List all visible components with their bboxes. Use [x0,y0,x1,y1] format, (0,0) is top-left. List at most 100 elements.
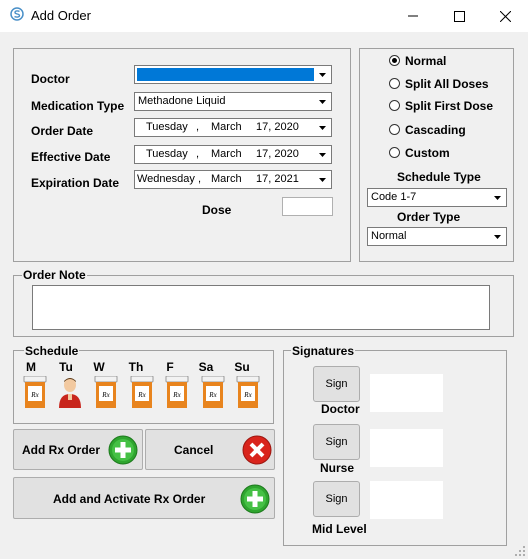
mid-level-signature-label: Mid Level [312,522,367,536]
doctor-dropdown-arrow[interactable] [315,67,330,82]
expiration-date-day-year: 17, 2021 [256,173,299,185]
radio-normal[interactable] [389,55,400,66]
plus-circle-icon [108,435,138,465]
day-monday-rx-bottle-icon[interactable]: Rx [22,375,48,408]
order-type-label: Order Type [397,210,461,224]
add-rx-order-button[interactable]: Add Rx Order [13,429,143,470]
schedule-type-label: Schedule Type [397,170,481,184]
doctor-label: Doctor [31,72,70,86]
chevron-down-icon [319,177,326,182]
order-date-day-year: 17, 2020 [256,121,299,133]
chevron-down-icon [319,152,326,157]
day-label-friday: F [166,360,174,374]
rx-text: Rx [30,391,39,399]
sign-mid-level-button[interactable]: Sign [313,481,360,517]
day-label-saturday: Sa [198,360,214,374]
day-thursday-rx-bottle-icon[interactable]: Rx [129,375,155,408]
minimize-button[interactable] [390,0,436,32]
cancel-circle-icon [242,435,272,465]
add-activate-label: Add and Activate Rx Order [53,492,206,506]
effective-date-month: March [211,148,242,160]
chevron-down-icon [319,125,326,130]
expiration-date-dropdown-arrow[interactable] [315,172,330,187]
doctor-signature-label: Doctor [321,402,360,416]
day-label-tuesday: Tu [59,360,73,374]
order-type-select[interactable]: Normal [367,227,507,246]
add-rx-order-label: Add Rx Order [22,443,101,457]
order-date-month: March [211,121,242,133]
schedule-type-select[interactable]: Code 1-7 [367,188,507,207]
day-tuesday-person-icon[interactable] [57,376,83,408]
minimize-icon [408,15,418,17]
expiration-date-weekday: Wednesday [137,173,195,185]
day-label-thursday: Th [128,360,144,374]
day-label-wednesday: W [93,360,105,374]
resize-grip-icon[interactable] [514,545,526,557]
chevron-down-icon [494,234,501,239]
order-type-value: Normal [371,230,407,242]
radio-cascading[interactable] [389,124,400,135]
cancel-button[interactable]: Cancel [145,429,275,470]
rx-text: Rx [243,391,252,399]
plus-circle-icon [240,484,270,514]
doctor-selection-highlight [137,68,314,81]
effective-date-day-year: 17, 2020 [256,148,299,160]
dose-input[interactable] [282,197,333,216]
day-label-monday: M [26,360,36,374]
radio-normal-label: Normal [405,54,447,68]
day-sunday-rx-bottle-icon[interactable]: Rx [235,375,261,408]
effective-date-sep: , [196,148,200,160]
radio-cascading-label: Cascading [405,123,466,137]
order-date-label: Order Date [31,124,94,138]
radio-split-all-doses[interactable] [389,78,400,89]
app-logo-icon [10,7,24,21]
doctor-signature-box[interactable] [370,374,443,412]
rx-text: Rx [208,391,217,399]
effective-date-dropdown-arrow[interactable] [315,147,330,162]
medication-type-dropdown-arrow[interactable] [315,94,330,109]
chevron-down-icon [319,99,326,104]
order-type-dropdown-arrow[interactable] [490,229,505,244]
mid-level-signature-box[interactable] [370,481,443,519]
chevron-down-icon [494,195,501,200]
day-saturday-rx-bottle-icon[interactable]: Rx [200,375,226,408]
nurse-signature-label: Nurse [320,461,355,475]
medication-type-value: Methadone Liquid [138,95,226,107]
effective-date-picker[interactable]: Tuesday , March 17, 2020 [134,145,332,164]
expiration-date-month: March [211,173,242,185]
sign-nurse-button[interactable]: Sign [313,424,360,460]
close-button[interactable] [482,0,528,32]
expiration-date-sep: , [198,173,202,185]
add-activate-rx-order-button[interactable]: Add and Activate Rx Order [13,477,275,519]
signatures-label: Signatures [291,344,356,358]
rx-text: Rx [101,391,110,399]
sign-doctor-button[interactable]: Sign [313,366,360,402]
dose-label: Dose [202,203,232,217]
order-date-dropdown-arrow[interactable] [315,120,330,135]
radio-split-first-dose-label: Split First Dose [405,99,494,113]
maximize-button[interactable] [436,0,482,32]
expiration-date-label: Expiration Date [31,176,120,190]
rx-text: Rx [172,391,181,399]
radio-split-first-dose[interactable] [389,100,400,111]
close-icon [499,10,511,22]
order-note-textarea[interactable] [32,285,490,330]
schedule-label: Schedule [24,344,80,358]
rx-text: Rx [137,391,146,399]
chevron-down-icon [319,72,326,77]
medication-type-label: Medication Type [31,99,125,113]
schedule-type-dropdown-arrow[interactable] [490,190,505,205]
order-date-sep: , [196,121,200,133]
medication-type-select[interactable]: Methadone Liquid [134,92,332,111]
nurse-signature-box[interactable] [370,429,443,467]
effective-date-label: Effective Date [31,150,111,164]
radio-custom[interactable] [389,147,400,158]
order-date-picker[interactable]: Tuesday , March 17, 2020 [134,118,332,137]
expiration-date-picker[interactable]: Wednesday , March 17, 2021 [134,170,332,189]
day-wednesday-rx-bottle-icon[interactable]: Rx [93,375,119,408]
title-bar: Add Order [0,0,528,32]
order-note-label: Order Note [22,268,87,282]
day-friday-rx-bottle-icon[interactable]: Rx [164,375,190,408]
doctor-select[interactable] [134,65,332,84]
day-label-sunday: Su [234,360,250,374]
